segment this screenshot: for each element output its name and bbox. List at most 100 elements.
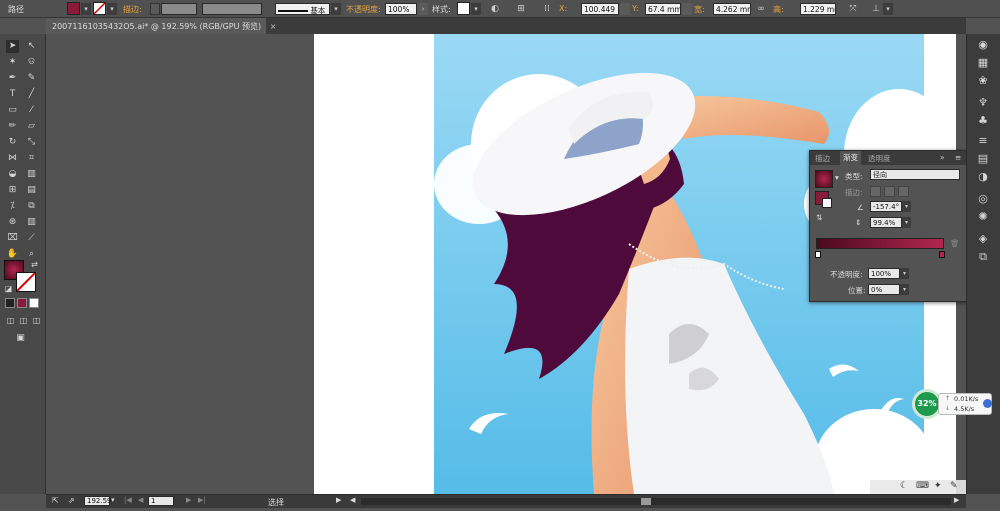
column-graph-tool-icon[interactable]: ▥ [25, 216, 38, 229]
scroll-left-icon[interactable]: ◀ [350, 496, 355, 504]
eyedropper-tool-icon[interactable]: ⁒ [6, 200, 19, 213]
stroke-gradient-option-2[interactable] [884, 186, 895, 197]
brush-dropdown[interactable]: ▾ [331, 3, 341, 15]
artboards-panel-icon[interactable]: ⧉ [975, 250, 991, 264]
artboard-tool-icon[interactable]: ⌧ [6, 232, 19, 245]
graphic-styles-icon[interactable]: ◎ [975, 192, 991, 206]
mesh-tool-icon[interactable]: ⊞ [6, 184, 19, 197]
eraser-tool-icon[interactable]: ▱ [25, 120, 38, 133]
export-icon[interactable]: ⇱ [52, 496, 59, 505]
draw-normal-icon[interactable]: ◫ [4, 314, 17, 327]
stroke-weight-stepper[interactable] [150, 3, 160, 15]
draw-behind-icon[interactable]: ◫ [17, 314, 30, 327]
gradient-mode-icon[interactable] [17, 298, 27, 308]
align-icon[interactable]: ⊥ [870, 3, 882, 15]
gradient-tool-icon[interactable]: ▤ [25, 184, 38, 197]
opacity-field[interactable]: 100% [385, 3, 417, 15]
stop-location-dropdown[interactable]: ▾ [900, 284, 909, 295]
scrollbar-thumb[interactable] [641, 498, 651, 505]
symbol-sprayer-tool-icon[interactable]: ⊛ [6, 216, 19, 229]
graphic-style-swatch[interactable] [457, 2, 470, 15]
zoom-field[interactable]: 192.59 [84, 496, 112, 506]
status-menu-icon[interactable]: ▶ [336, 496, 341, 504]
opacity-dropdown[interactable]: › [418, 3, 428, 15]
screen-mode-icon[interactable]: ▣ [14, 332, 27, 345]
next-artboard-icon[interactable]: ▶ [186, 496, 191, 504]
stroke-dropdown[interactable]: ▾ [107, 3, 117, 15]
swap-colors-icon[interactable]: ⇄ [28, 258, 41, 271]
free-transform-tool-icon[interactable]: ⌗ [25, 152, 38, 165]
stop-location-field[interactable]: 0% [868, 284, 900, 295]
height-label[interactable]: 高: [773, 4, 784, 15]
delete-stop-icon[interactable]: 🗑 [950, 239, 960, 248]
variable-width-profile[interactable] [202, 3, 262, 15]
y-stepper[interactable] [682, 3, 692, 15]
direct-selection-tool-icon[interactable]: ↖ [25, 40, 38, 53]
swatches-panel-icon[interactable]: ❀ [975, 74, 991, 88]
close-tab-icon[interactable]: × [270, 22, 277, 31]
angle-field[interactable]: -157.4° [870, 201, 902, 212]
x-label[interactable]: X: [559, 4, 567, 13]
stroke-swatch[interactable] [93, 2, 106, 15]
layers-panel-icon[interactable]: ◈ [975, 232, 991, 246]
collapse-panel-icon[interactable]: » [940, 153, 945, 162]
document-tab[interactable]: 20071161035432O5.ai* @ 192.59% (RGB/GPU … [46, 18, 276, 34]
draw-inside-icon[interactable]: ◫ [30, 314, 43, 327]
tab-transparency[interactable]: 透明度 [868, 153, 891, 164]
type-tool-icon[interactable]: T [6, 88, 19, 101]
width-label[interactable]: 宽: [694, 4, 705, 15]
magic-wand-tool-icon[interactable]: ✶ [6, 56, 19, 69]
stroke-indicator[interactable] [822, 198, 832, 208]
curvature-tool-icon[interactable]: ✎ [25, 72, 38, 85]
x-field[interactable]: 100.449 [581, 3, 619, 15]
y-label[interactable]: Y: [632, 4, 639, 13]
pen-tool-icon[interactable]: ✒ [6, 72, 19, 85]
style-dropdown[interactable]: ▾ [471, 3, 481, 15]
artboard-number-field[interactable]: 1 [148, 496, 174, 506]
blend-tool-icon[interactable]: ⧉ [25, 200, 38, 213]
tab-stroke[interactable]: 描边 [815, 153, 830, 164]
tray-wrench-icon[interactable]: ✎ [950, 481, 958, 491]
tray-keyboard-icon[interactable]: ⌨ [916, 481, 929, 491]
opacity-label[interactable]: 不透明度: [346, 4, 381, 15]
stop-opacity-dropdown[interactable]: ▾ [900, 268, 909, 279]
stroke-weight-field[interactable] [161, 3, 197, 15]
recolor-icon[interactable]: ◐ [489, 3, 501, 15]
slice-tool-icon[interactable]: ⟋ [25, 232, 38, 245]
gradient-preview-dropdown-icon[interactable]: ▾ [835, 173, 839, 182]
network-speed-widget[interactable]: 32% ↑ 0.01K/s ↓ 4.5K/s [912, 389, 994, 419]
reverse-gradient-icon[interactable]: ⇅ [816, 213, 822, 222]
align-dropdown[interactable]: ▾ [883, 3, 893, 15]
gradient-panel-icon[interactable]: ▤ [975, 152, 991, 166]
paintbrush-tool-icon[interactable]: ⁄ [25, 104, 38, 117]
horizontal-scrollbar[interactable] [361, 498, 951, 505]
stroke-panel-icon[interactable]: ≡ [975, 134, 991, 148]
gradient-type-select[interactable]: 径向 [870, 169, 960, 180]
scroll-right-icon[interactable]: ▶ [954, 496, 959, 504]
stroke-color-box[interactable] [16, 272, 36, 292]
appearance-icon[interactable]: ✺ [975, 210, 991, 224]
none-mode-icon[interactable] [29, 298, 39, 308]
rectangle-tool-icon[interactable]: ▭ [6, 104, 19, 117]
width-tool-icon[interactable]: ⋈ [6, 152, 19, 165]
aspect-ratio-dropdown[interactable]: ▾ [902, 217, 911, 228]
y-field[interactable]: 67.4 mm [645, 3, 681, 15]
scale-tool-icon[interactable]: ⤡ [25, 136, 38, 149]
stroke-gradient-option-3[interactable] [898, 186, 909, 197]
perspective-grid-tool-icon[interactable]: ▥ [25, 168, 38, 181]
tray-settings-icon[interactable]: ✦ [934, 481, 942, 491]
selection-tool-icon[interactable]: ➤ [6, 40, 19, 53]
aspect-ratio-field[interactable]: 99.4% [870, 217, 902, 228]
lasso-tool-icon[interactable]: ଡ [25, 56, 38, 69]
transform-icon[interactable]: ⤧ [847, 3, 859, 15]
zoom-dropdown-icon[interactable]: ▾ [111, 496, 115, 504]
stop-opacity-field[interactable]: 100% [868, 268, 900, 279]
fill-dropdown[interactable]: ▾ [81, 3, 91, 15]
prev-artboard-icon[interactable]: ◀ [138, 496, 143, 504]
color-mode-icon[interactable] [5, 298, 15, 308]
align-grid-icon[interactable]: ⊞ [515, 3, 527, 15]
stroke-gradient-option-1[interactable] [870, 186, 881, 197]
angle-dropdown[interactable]: ▾ [902, 201, 911, 212]
color-guide-icon[interactable]: ▦ [975, 56, 991, 70]
rotate-tool-icon[interactable]: ↻ [6, 136, 19, 149]
